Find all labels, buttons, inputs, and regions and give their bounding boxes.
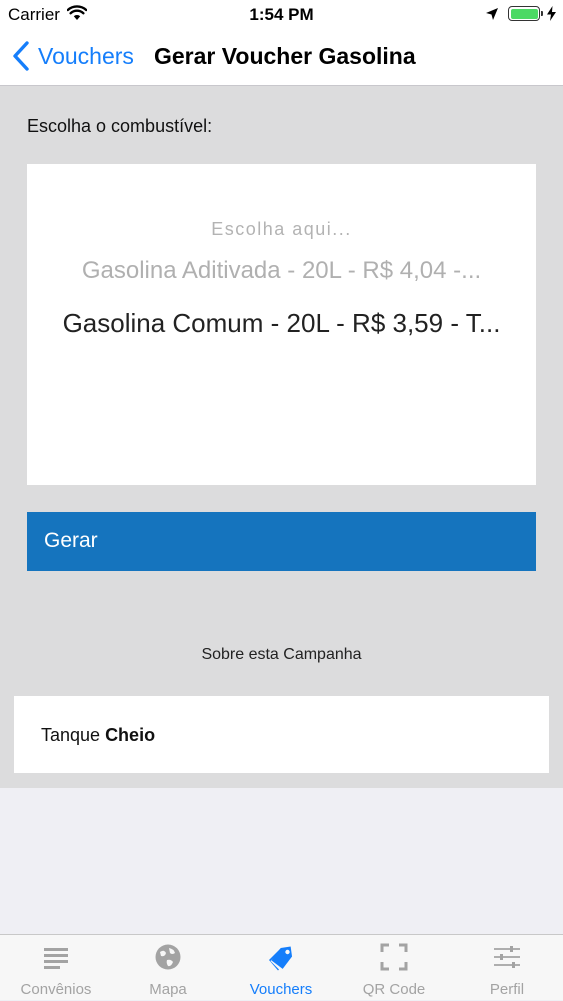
generate-button[interactable]: Gerar [27,512,536,571]
back-button-label: Vouchers [38,42,134,69]
campaign-heading: Sobre esta Campanha [201,646,362,663]
location-arrow-icon [486,8,498,20]
tab-qr-code[interactable]: QR Code [338,935,450,1001]
battery-nub [541,11,543,16]
picker-option-aditivada[interactable]: Gasolina Aditivada - 20L - R$ 4,04 -... [27,257,536,285]
campaign-card: Tanque Cheio [14,696,549,773]
fuel-choose-label: Escolha o combustível: [27,116,213,136]
campaign-text-bold: Cheio [105,725,156,745]
battery-level [510,8,538,19]
status-bar: Carrier 1:54 PM [0,0,563,28]
page-title: Gerar Voucher Gasolina [154,43,416,69]
tab-label-mapa: Mapa [149,981,187,998]
qr-scan-icon [380,943,408,971]
tab-bar: Convênios Mapa Vouchers QR Code Perfil [0,934,563,1000]
generate-button-label: Gerar [44,529,98,552]
tab-convenios[interactable]: Convênios [0,935,112,1001]
charging-bolt-icon [547,6,556,21]
chevron-left-icon [13,41,29,71]
campaign-text-prefix: Tanque [41,725,106,745]
fuel-picker[interactable]: Escolha aqui... Gasolina Aditivada - 20L… [27,164,536,485]
navigation-bar: Vouchers Gerar Voucher Gasolina [0,28,563,86]
tab-label-perfil: Perfil [489,981,525,998]
back-button[interactable]: Vouchers [10,40,134,72]
picker-option-comum-selected[interactable]: Gasolina Comum - 20L - R$ 3,59 - T... [27,308,536,339]
tab-label-convenios: Convênios [20,981,92,998]
tab-mapa[interactable]: Mapa [112,935,224,1001]
tab-perfil[interactable]: Perfil [451,935,563,1001]
status-time: 1:54 PM [249,5,314,24]
campaign-description: Tanque Cheio [41,725,155,746]
picker-placeholder[interactable]: Escolha aqui... [27,219,536,240]
battery-icon [508,6,540,21]
globe-icon [155,944,181,970]
tab-label-vouchers: Vouchers [249,981,313,998]
list-icon [44,948,68,969]
tag-icon [269,946,293,971]
main-content: Escolha o combustível: Escolha aqui... G… [0,86,563,788]
tab-label-qr-code: QR Code [362,981,426,998]
sliders-icon [494,946,520,968]
tab-vouchers[interactable]: Vouchers [225,935,337,1001]
